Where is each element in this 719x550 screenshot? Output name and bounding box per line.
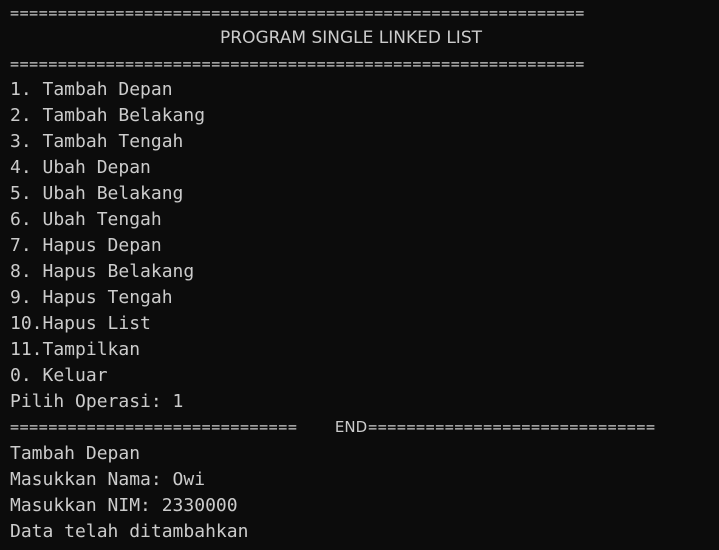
title-separator: ========================================… xyxy=(10,55,585,73)
output-line-name: Masukkan Nama: Owi xyxy=(10,469,206,490)
top-separator: ========================================… xyxy=(10,4,585,22)
end-separator-right: ============================== xyxy=(368,418,656,436)
menu-item-hapus-depan: 7. Hapus Depan xyxy=(10,235,162,256)
program-title: PROGRAM SINGLE LINKED LIST xyxy=(220,28,482,48)
menu-item-ubah-tengah: 6. Ubah Tengah xyxy=(10,209,162,230)
menu-item-keluar: 0. Keluar xyxy=(10,365,108,386)
end-separator: ============================== END =====… xyxy=(10,414,692,440)
menu-item-hapus-belakang: 8. Hapus Belakang xyxy=(10,261,195,282)
output-line-confirmation: Data telah ditambahkan xyxy=(10,521,249,542)
menu-item-tampilkan: 11.Tampilkan xyxy=(10,339,141,360)
output-line-nim: Masukkan NIM: 2330000 xyxy=(10,495,238,516)
menu-item-hapus-tengah: 9. Hapus Tengah xyxy=(10,287,173,308)
operation-prompt: Pilih Operasi: 1 xyxy=(10,391,184,412)
menu-item-ubah-belakang: 5. Ubah Belakang xyxy=(10,183,184,204)
menu-item-hapus-list: 10.Hapus List xyxy=(10,313,151,334)
menu-item-tambah-tengah: 3. Tambah Tengah xyxy=(10,131,184,152)
menu-item-ubah-depan: 4. Ubah Depan xyxy=(10,157,151,178)
end-label: END xyxy=(334,418,368,436)
output-line-operation: Tambah Depan xyxy=(10,443,141,464)
terminal-window[interactable]: ========================================… xyxy=(0,0,719,550)
menu-item-tambah-depan: 1. Tambah Depan xyxy=(10,79,173,100)
end-separator-left: ============================== xyxy=(10,418,298,436)
menu-item-tambah-belakang: 2. Tambah Belakang xyxy=(10,105,206,126)
